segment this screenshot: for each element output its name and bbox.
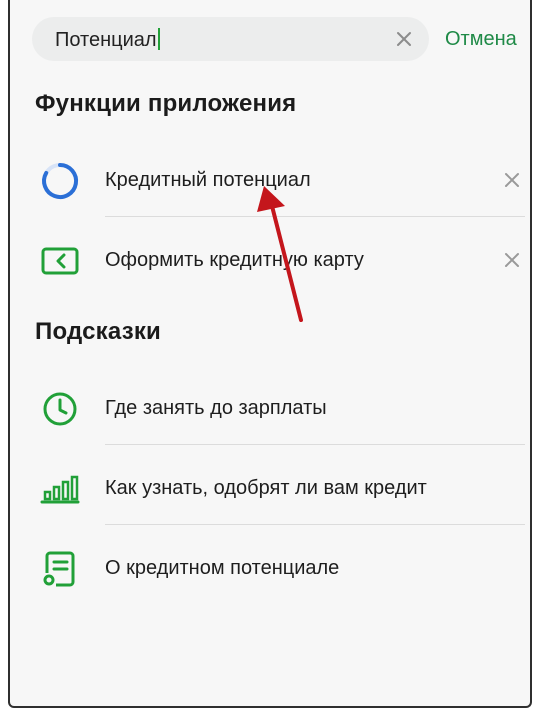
search-input[interactable]: Потенциал: [55, 28, 160, 51]
function-item-credit-potential[interactable]: Кредитный потенциал: [10, 144, 530, 214]
divider: [105, 524, 525, 525]
credit-card-icon: [41, 247, 79, 275]
hint-item-label: Как узнать, одобрят ли вам кредит: [105, 477, 427, 499]
section-title-functions: Функции приложения: [35, 90, 297, 117]
clock-icon: [43, 392, 77, 426]
hint-item-loan-approval[interactable]: Как узнать, одобрят ли вам кредит: [10, 452, 530, 522]
remove-icon[interactable]: [504, 172, 520, 188]
function-item-label: Оформить кредитную карту: [105, 249, 364, 271]
divider: [105, 444, 525, 445]
search-bar[interactable]: Потенциал: [32, 17, 429, 61]
document-icon: [43, 551, 75, 587]
hint-item-label: О кредитном потенциале: [105, 557, 340, 579]
function-item-credit-card[interactable]: Оформить кредитную карту: [10, 224, 530, 294]
search-input-value: Потенциал: [55, 29, 157, 51]
function-item-label: Кредитный потенциал: [105, 169, 311, 191]
text-caret: [157, 28, 160, 50]
remove-icon[interactable]: [504, 252, 520, 268]
clear-search-icon[interactable]: [394, 29, 414, 49]
credit-potential-ring-icon: [42, 162, 79, 199]
hint-item-about-credit-potential[interactable]: О кредитном потенциале: [10, 532, 530, 602]
cancel-button[interactable]: Отмена: [445, 27, 517, 51]
section-title-hints: Подсказки: [35, 318, 162, 345]
bar-chart-icon: [40, 475, 80, 504]
hint-item-payday-loan[interactable]: Где занять до зарплаты: [10, 372, 530, 442]
app-screen: Потенциал Отмена Функции приложения Кред…: [8, 0, 532, 708]
hint-item-label: Где занять до зарплаты: [105, 397, 327, 419]
divider: [105, 216, 525, 217]
